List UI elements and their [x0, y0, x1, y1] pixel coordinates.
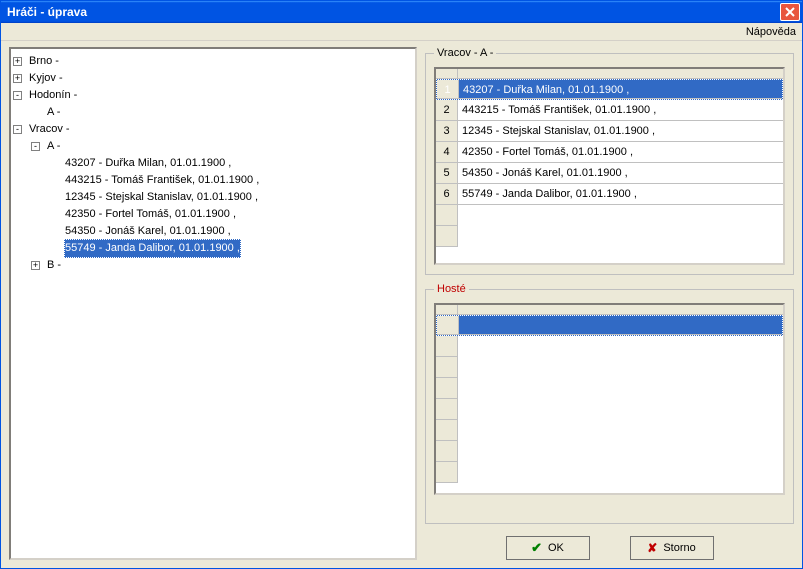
expand-toggle[interactable]: +	[13, 74, 22, 83]
menu-help[interactable]: Nápověda	[746, 26, 796, 38]
window-title: Hráči - úprava	[7, 5, 780, 19]
table-row[interactable]	[436, 336, 783, 357]
tree-node[interactable]: Vracov -	[28, 121, 71, 138]
ok-label: OK	[548, 542, 564, 554]
table-row[interactable]: 4 42350 - Fortel Tomáš, 01.01.1900 ,	[436, 142, 783, 163]
tree-leaf-selected[interactable]: 55749 - Janda Dalibor, 01.01.1900 ,	[64, 239, 241, 258]
guests-group: Hosté	[425, 283, 794, 524]
row-number: 5	[436, 163, 458, 184]
table-row[interactable]: 1 43207 - Duřka Milan, 01.01.1900 ,	[436, 79, 783, 100]
row-text: 55749 - Janda Dalibor, 01.01.1900 ,	[458, 184, 783, 205]
tree-leaf[interactable]: 12345 - Stejskal Stanislav, 01.01.1900 ,	[64, 189, 259, 206]
row-number: 4	[436, 142, 458, 163]
table-row[interactable]	[436, 315, 783, 336]
table-row[interactable]: 6 55749 - Janda Dalibor, 01.01.1900 ,	[436, 184, 783, 205]
close-icon	[785, 7, 795, 17]
expand-toggle[interactable]: +	[31, 261, 40, 270]
table-row[interactable]	[436, 205, 783, 226]
table-row[interactable]	[436, 462, 783, 483]
cross-icon: ✘	[647, 541, 657, 555]
players-grid[interactable]: 1 43207 - Duřka Milan, 01.01.1900 , 2 44…	[434, 67, 785, 265]
table-row[interactable]	[436, 226, 783, 247]
players-legend: Vracov - A -	[434, 47, 496, 59]
guests-grid[interactable]	[434, 303, 785, 495]
ok-button[interactable]: ✔ OK	[506, 536, 590, 560]
table-row[interactable]: 3 12345 - Stejskal Stanislav, 01.01.1900…	[436, 121, 783, 142]
row-text: 54350 - Jonáš Karel, 01.01.1900 ,	[458, 163, 783, 184]
table-row[interactable]	[436, 420, 783, 441]
guests-legend: Hosté	[434, 283, 469, 295]
menubar: Nápověda	[1, 23, 802, 41]
table-row[interactable]: 5 54350 - Jonáš Karel, 01.01.1900 ,	[436, 163, 783, 184]
collapse-toggle[interactable]: -	[31, 142, 40, 151]
row-number: 3	[436, 121, 458, 142]
table-row[interactable]	[436, 378, 783, 399]
tree-leaf[interactable]: 42350 - Fortel Tomáš, 01.01.1900 ,	[64, 206, 237, 223]
button-row: ✔ OK ✘ Storno	[425, 532, 794, 560]
tree-leaf[interactable]: 443215 - Tomáš František, 01.01.1900 ,	[64, 172, 260, 189]
tree-node[interactable]: A -	[46, 138, 61, 155]
row-text: 42350 - Fortel Tomáš, 01.01.1900 ,	[458, 142, 783, 163]
cancel-label: Storno	[663, 542, 695, 554]
check-icon: ✔	[531, 540, 542, 556]
right-panel: Vracov - A - 1 43207 - Duřka Milan, 01.0…	[425, 47, 794, 560]
window: Hráči - úprava Nápověda + Brno - + Kyjov…	[0, 0, 803, 569]
table-row[interactable]: 2 443215 - Tomáš František, 01.01.1900 ,	[436, 100, 783, 121]
collapse-toggle[interactable]: -	[13, 125, 22, 134]
players-group: Vracov - A - 1 43207 - Duřka Milan, 01.0…	[425, 47, 794, 275]
row-number: 1	[437, 80, 459, 99]
tree-leaf[interactable]: 43207 - Duřka Milan, 01.01.1900 ,	[64, 155, 232, 172]
row-number: 2	[436, 100, 458, 121]
collapse-toggle[interactable]: -	[13, 91, 22, 100]
tree-node[interactable]: B -	[46, 257, 62, 274]
tree-node[interactable]: Hodonín -	[28, 87, 78, 104]
titlebar: Hráči - úprava	[1, 1, 802, 23]
tree-node[interactable]: Kyjov -	[28, 70, 64, 87]
table-row[interactable]	[436, 399, 783, 420]
row-text: 443215 - Tomáš František, 01.01.1900 ,	[458, 100, 783, 121]
close-button[interactable]	[780, 3, 800, 21]
row-number: 6	[436, 184, 458, 205]
tree-node[interactable]: A -	[46, 104, 61, 121]
tree-node[interactable]: Brno -	[28, 53, 60, 70]
cancel-button[interactable]: ✘ Storno	[630, 536, 714, 560]
row-text: 43207 - Duřka Milan, 01.01.1900 ,	[459, 80, 782, 99]
tree-panel[interactable]: + Brno - + Kyjov - - Hodonín - A -	[9, 47, 417, 560]
expand-toggle[interactable]: +	[13, 57, 22, 66]
tree-leaf[interactable]: 54350 - Jonáš Karel, 01.01.1900 ,	[64, 223, 232, 240]
table-row[interactable]	[436, 441, 783, 462]
row-text: 12345 - Stejskal Stanislav, 01.01.1900 ,	[458, 121, 783, 142]
client-area: + Brno - + Kyjov - - Hodonín - A -	[1, 41, 802, 568]
tree: + Brno - + Kyjov - - Hodonín - A -	[13, 53, 413, 274]
table-row[interactable]	[436, 357, 783, 378]
